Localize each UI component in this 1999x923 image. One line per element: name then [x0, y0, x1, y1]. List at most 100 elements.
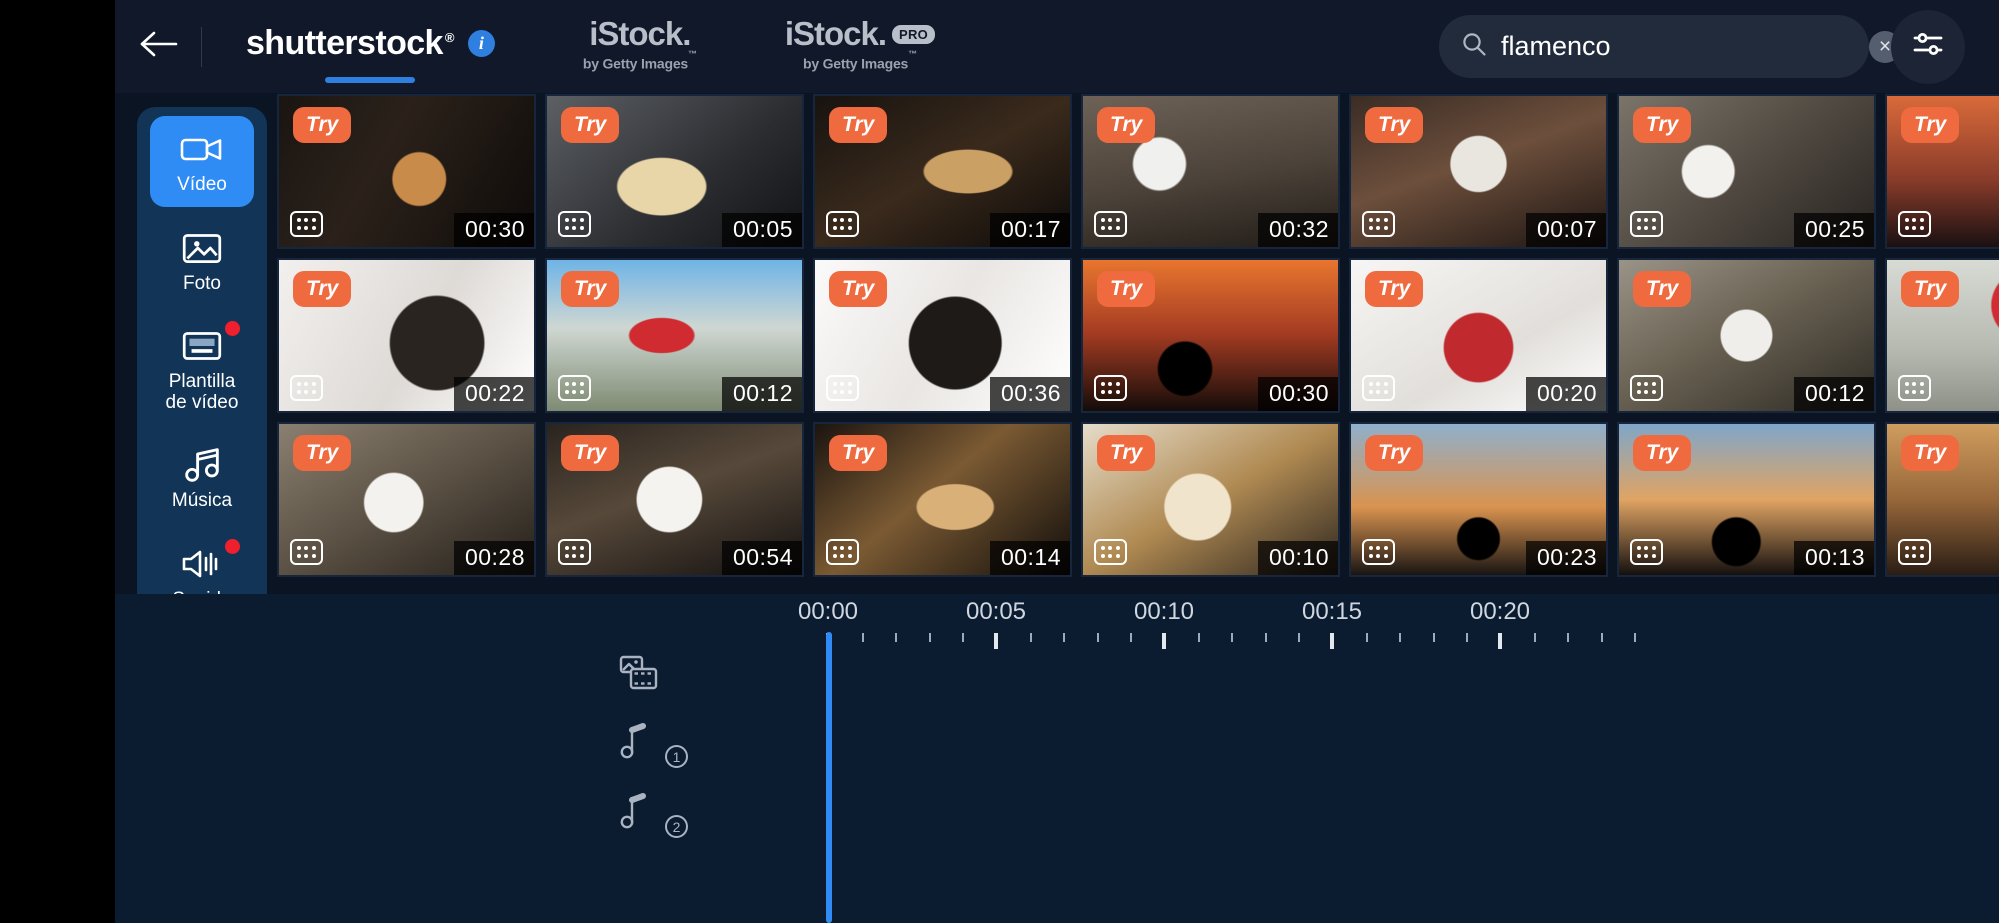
search-input[interactable]	[1501, 31, 1855, 62]
batch-select-icon[interactable]	[1898, 539, 1931, 565]
media-track-icon	[615, 650, 661, 701]
ruler-minor-tick	[1130, 633, 1133, 642]
batch-select-icon[interactable]	[290, 539, 323, 565]
stock-thumbnail[interactable]: Try 00:17	[813, 94, 1072, 249]
timeline-ruler[interactable]: 00:00 00:05 00:10 00:15 00:20	[713, 594, 1999, 654]
batch-select-icon[interactable]	[826, 375, 859, 401]
sidebar-item-music[interactable]: Música	[150, 432, 254, 523]
try-badge[interactable]: Try	[829, 271, 888, 307]
try-badge[interactable]: Try	[1633, 107, 1692, 143]
try-badge[interactable]: Try	[293, 271, 352, 307]
stock-thumbnail[interactable]: Try 00:13	[1617, 422, 1876, 577]
batch-select-icon[interactable]	[1630, 539, 1663, 565]
grid-row: Try 00:28 Try 00:54 Try 00:14 Try 00:10 Try 00:23…	[277, 422, 1999, 577]
stock-thumbnail[interactable]: Try 00:07	[1349, 94, 1608, 249]
sidebar-item-photo[interactable]: Foto	[150, 215, 254, 306]
ruler-minor-tick	[895, 633, 898, 642]
batch-select-icon[interactable]	[1094, 539, 1127, 565]
try-badge[interactable]: Try	[1365, 107, 1424, 143]
batch-select-icon[interactable]	[558, 539, 591, 565]
try-badge[interactable]: Try	[561, 271, 620, 307]
stock-thumbnail[interactable]: Try 00:28	[277, 422, 536, 577]
try-badge[interactable]: Try	[1097, 107, 1156, 143]
stock-thumbnail[interactable]: Try 00:25	[1617, 94, 1876, 249]
try-badge[interactable]: Try	[1633, 271, 1692, 307]
tab-istock-pro[interactable]: iStock. PRO by Getty Images™	[741, 0, 979, 93]
try-badge[interactable]: Try	[829, 435, 888, 471]
ruler-minor-tick	[1029, 633, 1032, 642]
sidebar-item-video-template[interactable]: Plantilla de vídeo	[150, 313, 254, 424]
try-badge[interactable]: Try	[1097, 435, 1156, 471]
batch-select-icon[interactable]	[1362, 211, 1395, 237]
track-music-1[interactable]: 1	[615, 719, 688, 770]
stock-thumbnail[interactable]: Try 00:22	[277, 258, 536, 413]
batch-select-icon[interactable]	[826, 211, 859, 237]
timeline-playhead[interactable]	[826, 632, 832, 923]
sidebar-item-video[interactable]: Vídeo	[150, 116, 254, 207]
search-box[interactable]: ×	[1439, 15, 1901, 78]
try-badge[interactable]: Try	[829, 107, 888, 143]
stock-thumbnail[interactable]: Try 00:05	[545, 94, 804, 249]
stock-thumbnail[interactable]: Try 00:20	[1349, 258, 1608, 413]
ruler-minor-tick	[1197, 633, 1200, 642]
sliders-icon	[1908, 24, 1948, 69]
batch-select-icon[interactable]	[1094, 375, 1127, 401]
stock-thumbnail[interactable]: Try 00:10	[1081, 422, 1340, 577]
stock-thumbnail[interactable]: Try 00:54	[545, 422, 804, 577]
ruler-major-tick	[1498, 633, 1502, 649]
grid-row: Try 00:22 Try 00:12 Try 00:36 Try 00:30 Try 00:20…	[277, 258, 1999, 413]
batch-select-icon[interactable]	[1898, 211, 1931, 237]
duration-label: 00:17	[989, 213, 1070, 247]
ruler-minor-tick	[1264, 633, 1267, 642]
try-badge[interactable]: Try	[1097, 271, 1156, 307]
batch-select-icon[interactable]	[290, 211, 323, 237]
filter-button[interactable]	[1891, 9, 1965, 84]
try-badge[interactable]: Try	[293, 435, 352, 471]
istock-pro-subtitle: by Getty Images™	[802, 49, 917, 72]
info-icon[interactable]: i	[467, 30, 495, 57]
batch-select-icon[interactable]	[1898, 375, 1931, 401]
batch-select-icon[interactable]	[1094, 211, 1127, 237]
track-music-2[interactable]: 2	[615, 789, 688, 840]
ruler-minor-tick	[962, 633, 965, 642]
ruler-minor-tick	[1634, 633, 1637, 642]
stock-thumbnail[interactable]: Try 00:32	[1081, 94, 1340, 249]
stock-thumbnail[interactable]: Try	[1885, 258, 1999, 413]
try-badge[interactable]: Try	[1901, 107, 1960, 143]
batch-select-icon[interactable]	[826, 539, 859, 565]
stock-thumbnail[interactable]: Try 00:36	[813, 258, 1072, 413]
tab-shutterstock[interactable]: shutterstock ® i	[202, 0, 539, 93]
batch-select-icon[interactable]	[290, 375, 323, 401]
try-badge[interactable]: Try	[1901, 435, 1960, 471]
batch-select-icon[interactable]	[558, 375, 591, 401]
stock-thumbnail[interactable]: Try 00:14	[813, 422, 1072, 577]
batch-select-icon[interactable]	[1630, 211, 1663, 237]
try-badge[interactable]: Try	[1633, 435, 1692, 471]
try-badge[interactable]: Try	[561, 107, 620, 143]
try-badge[interactable]: Try	[1365, 271, 1424, 307]
batch-select-icon[interactable]	[1362, 539, 1395, 565]
batch-select-icon[interactable]	[1362, 375, 1395, 401]
tab-istock[interactable]: iStock. by Getty Images™	[539, 0, 741, 93]
ruler-major-tick	[994, 633, 998, 649]
track-media[interactable]	[615, 650, 661, 701]
try-badge[interactable]: Try	[1365, 435, 1424, 471]
stock-thumbnail[interactable]: Try 00:30	[1081, 258, 1340, 413]
try-badge[interactable]: Try	[293, 107, 352, 143]
stock-thumbnail[interactable]: Try 00:30	[277, 94, 536, 249]
stock-thumbnail[interactable]: Try	[1885, 94, 1999, 249]
batch-select-icon[interactable]	[558, 211, 591, 237]
back-button[interactable]	[115, 0, 201, 93]
stock-thumbnail[interactable]: Try 00:12	[1617, 258, 1876, 413]
ruler-minor-tick	[928, 633, 931, 642]
sidebar-item-label: Plantilla de vídeo	[165, 371, 239, 413]
try-badge[interactable]: Try	[561, 435, 620, 471]
stock-thumbnail[interactable]: Try 00:12	[545, 258, 804, 413]
try-badge[interactable]: Try	[1901, 271, 1960, 307]
batch-select-icon[interactable]	[1630, 375, 1663, 401]
timeline-panel: 1 2 00:00 00:05 00:10 00:15 00:20	[115, 594, 1999, 923]
stock-thumbnail[interactable]: Try 00:23	[1349, 422, 1608, 577]
istock-logo: iStock.	[589, 15, 691, 53]
ruler-minor-tick	[1365, 633, 1368, 642]
stock-thumbnail[interactable]: Try	[1885, 422, 1999, 577]
